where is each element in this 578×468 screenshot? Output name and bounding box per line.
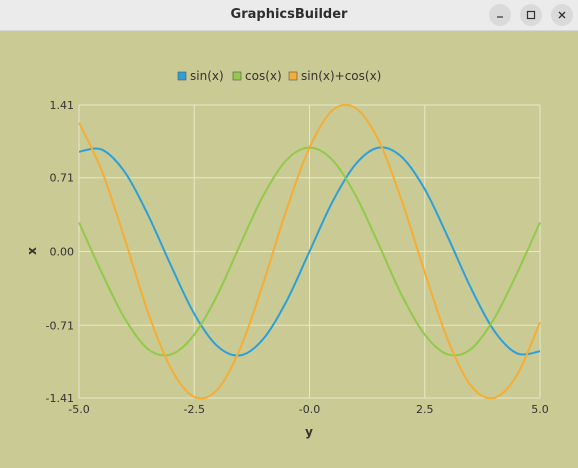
- axes: -5.0 -2.5 -0.0 2.5 5.01.410.710.00-0.71-1.41: [46, 99, 549, 416]
- legend-swatch-sin: [177, 71, 187, 81]
- y-tick-label: 0.00: [50, 246, 75, 259]
- y-axis-label: x: [25, 247, 39, 255]
- minimize-icon: [497, 16, 503, 18]
- y-tick-label: -0.71: [46, 319, 74, 332]
- minimize-button[interactable]: [489, 4, 511, 26]
- y-tick-label: 1.41: [50, 99, 75, 112]
- x-tick-label: 5.0: [531, 403, 549, 416]
- y-tick-label: -1.41: [46, 392, 74, 405]
- x-tick-label: -2.5: [184, 403, 205, 416]
- maximize-icon: [526, 10, 536, 20]
- close-button[interactable]: [551, 4, 573, 26]
- x-tick-label: 2.5: [416, 403, 434, 416]
- legend-swatch-cos: [232, 71, 242, 81]
- legend-label-cos: cos(x): [245, 69, 282, 83]
- x-axis-label: y: [305, 425, 313, 439]
- legend-label-sum: sin(x)+cos(x): [301, 69, 381, 83]
- chart-area: -5.0 -2.5 -0.0 2.5 5.0 1.41 0.71 0.00 -0.71 -1.41…: [0, 31, 578, 464]
- legend-swatch-sum: [288, 71, 298, 81]
- legend-label-sin: sin(x): [190, 69, 224, 83]
- maximize-button[interactable]: [520, 4, 542, 26]
- line-chart: -5.0 -2.5 -0.0 2.5 5.01.410.710.00-0.71-1.41…: [25, 69, 549, 439]
- title-bar[interactable]: GraphicsBuilder: [0, 0, 578, 31]
- y-tick-label: 0.71: [50, 172, 75, 185]
- app-window: GraphicsBuilder -5.0 -2.5 -0.0 2.5 5.0 1.41 0.…: [0, 0, 578, 464]
- close-icon: [558, 11, 566, 19]
- legend: sin(x) cos(x) sin(x)+cos(x): [177, 69, 381, 83]
- x-tick-label: -0.0: [299, 403, 320, 416]
